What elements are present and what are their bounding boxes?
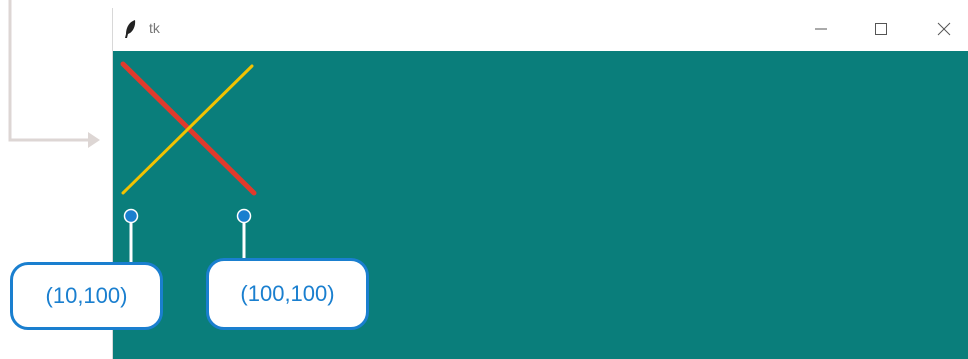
coordinate-label-left: (10,100) (10, 262, 163, 330)
pointer-left (123, 208, 139, 262)
pointer-right (236, 208, 252, 258)
coordinate-label-right: (100,100) (206, 258, 369, 330)
tutorial-figure: tk (10,100) (100,100) (0, 0, 968, 359)
